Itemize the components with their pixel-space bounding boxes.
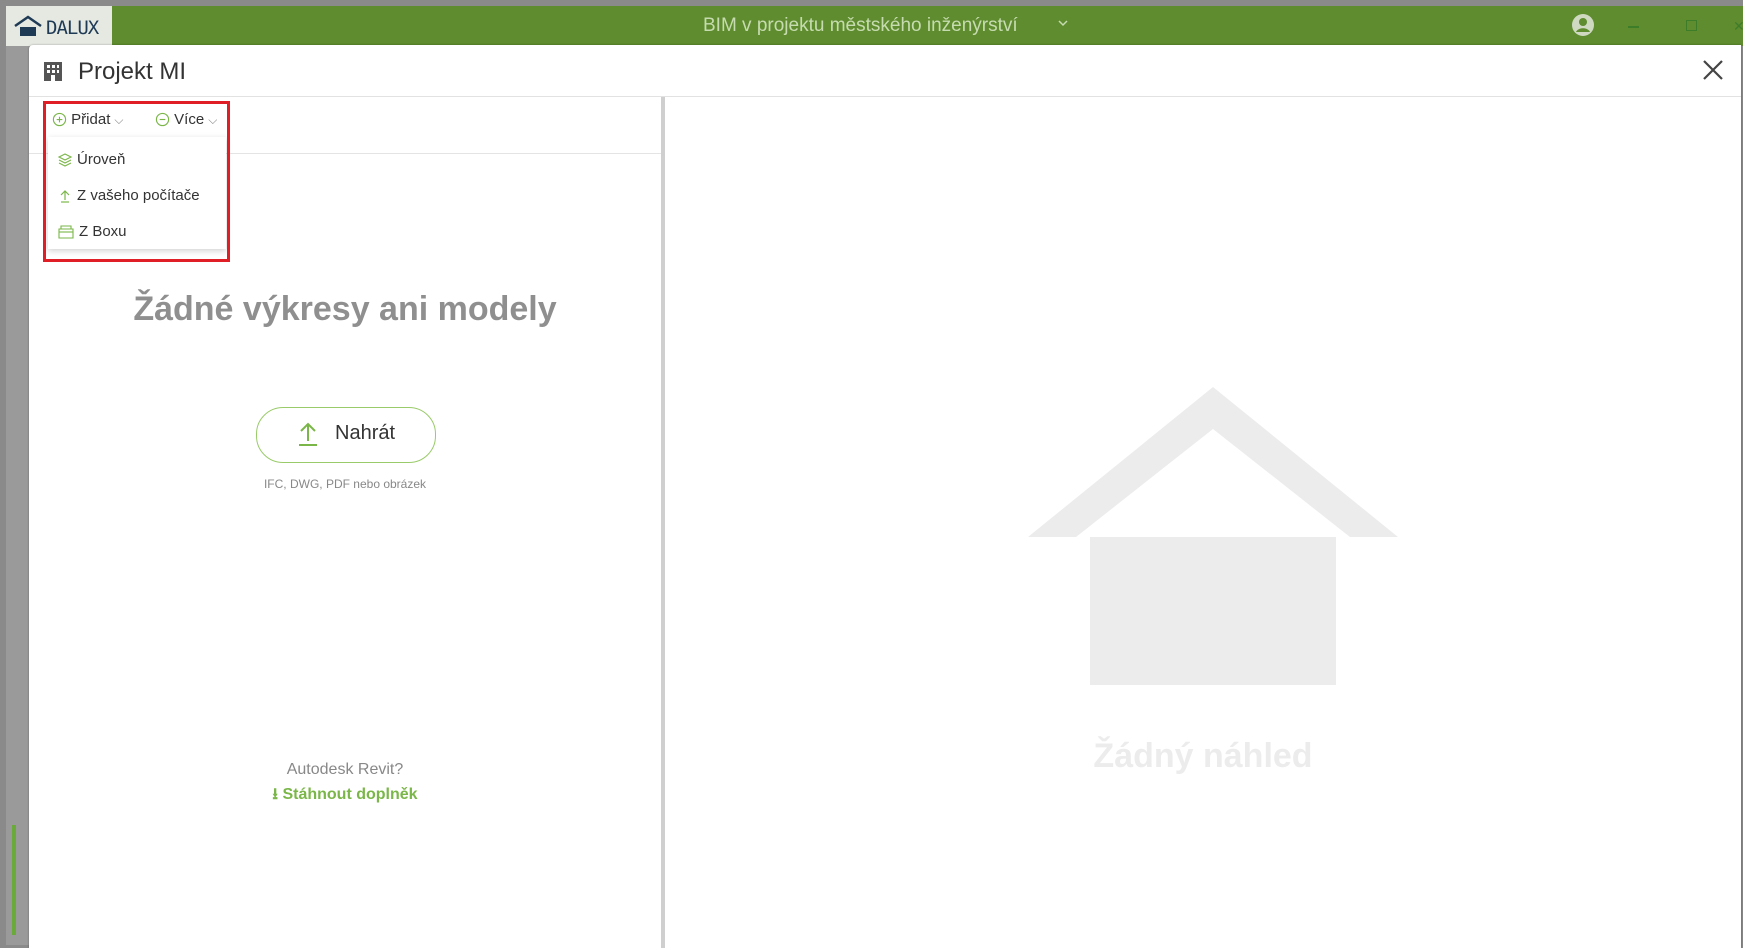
upload-icon — [297, 421, 319, 452]
home-icon — [14, 15, 42, 42]
close-icon[interactable] — [1699, 56, 1727, 84]
menu-item-from-box[interactable]: Z Boxu — [58, 223, 127, 240]
background-sidebar — [6, 45, 30, 945]
upload-file-types: IFC, DWG, PDF nebo obrázek — [263, 477, 427, 491]
menu-item-level[interactable]: Úroveň — [57, 151, 126, 168]
app-window: { "app": { "brand": "DALUX", "project_na… — [0, 0, 1743, 948]
project-selector[interactable]: BIM v projektu městského inženýrství — [703, 15, 1018, 37]
project-modal: Projekt MI Žádný náhled Přidat ⌵ Více ⌵ … — [29, 45, 1741, 948]
preview-panel: Žádný náhled — [665, 97, 1741, 948]
background-active-indicator — [12, 825, 16, 935]
minimize-button[interactable] — [1628, 26, 1639, 28]
modal-header: Projekt MI — [29, 45, 1741, 97]
menu-item-from-computer[interactable]: Z vašeho počítače — [58, 187, 200, 204]
brand-logo[interactable]: DALUX — [6, 6, 112, 46]
menu-item-label: Úroveň — [77, 151, 126, 168]
revit-question: Autodesk Revit? — [286, 761, 404, 778]
layers-icon — [57, 153, 73, 167]
add-button[interactable]: Přidat ⌵ — [52, 111, 123, 128]
add-dropdown-menu: Úroveň Z vašeho počítače Z Boxu — [48, 137, 226, 249]
house-placeholder-icon — [1028, 387, 1398, 702]
modal-title: Projekt MI — [78, 58, 187, 85]
chevron-down-icon[interactable] — [1056, 16, 1070, 35]
more-circle-icon — [155, 112, 170, 127]
user-account-icon[interactable] — [1571, 13, 1595, 42]
building-icon — [42, 60, 64, 87]
menu-item-label: Z Boxu — [79, 223, 127, 240]
maximize-button[interactable] — [1686, 20, 1697, 31]
download-plugin-link[interactable]: ⭳ Stáhnout doplněk — [29, 783, 661, 810]
more-button[interactable]: Více ⌵ — [155, 111, 217, 128]
add-button-label: Přidat — [71, 111, 111, 128]
box-folder-icon — [58, 225, 74, 239]
upload-button-label: Nahrát — [335, 422, 396, 444]
chevron-down-icon: ⌵ — [208, 113, 218, 127]
more-button-label: Více — [174, 111, 205, 128]
window-close-button[interactable]: ✕ — [1733, 18, 1743, 35]
chevron-down-icon: ⌵ — [114, 113, 124, 127]
upload-icon — [60, 190, 70, 203]
menu-item-label: Z vašeho počítače — [77, 187, 200, 204]
app-titlebar: DALUX BIM v projektu městského inženýrst… — [6, 6, 1743, 46]
plus-circle-icon — [52, 112, 67, 127]
no-preview-text: Žádný náhled — [1093, 737, 1313, 775]
brand-name: DALUX — [46, 17, 99, 39]
empty-state-title: Žádné výkresy ani modely — [133, 290, 557, 328]
upload-button[interactable]: Nahrát — [256, 407, 436, 463]
